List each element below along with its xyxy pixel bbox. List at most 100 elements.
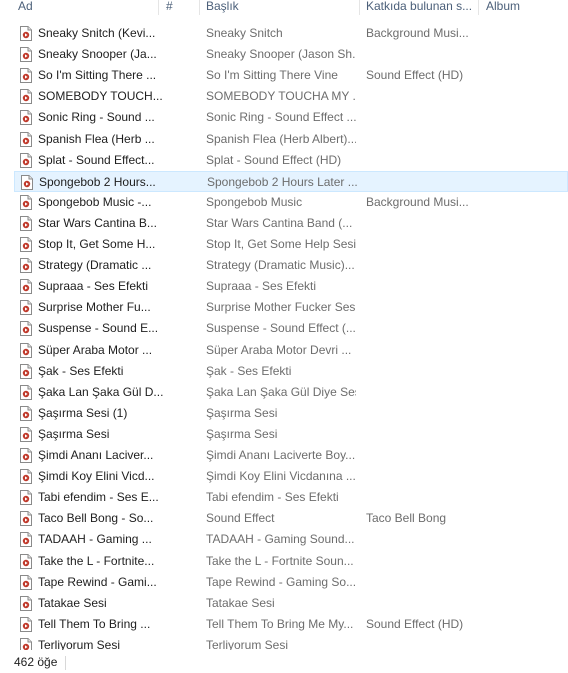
file-contributing-artist — [366, 44, 482, 65]
file-title: Sonic Ring - Sound Effect ... — [206, 110, 356, 125]
file-row[interactable]: Sonic Ring - Sound ... Sonic Ring - Sound… — [14, 107, 568, 128]
column-header-number[interactable]: # — [166, 0, 186, 15]
file-title: Tatakae Sesi — [206, 595, 275, 610]
file-row[interactable]: Star Wars Cantina B... Star Wars Cantina … — [14, 213, 568, 234]
file-row[interactable]: Sneaky Snitch (Kevi... Sneaky Snitch Backg… — [14, 23, 568, 44]
file-name: Supraaa - Ses Efekti — [38, 279, 149, 294]
file-contributing-artist — [367, 172, 483, 193]
file-row[interactable]: Spongebob Music -... Spongebob Music Backg… — [14, 192, 568, 213]
file-row[interactable]: Terliyorum Sesi Terliyorum Sesi — [14, 635, 568, 650]
file-name: Sneaky Snooper (Ja... — [38, 47, 157, 62]
file-title: Tabi efendim - Ses Efekti — [206, 490, 339, 505]
file-row[interactable]: Şimdi Ananı Laciver... Şimdi Ananı Lacive… — [14, 445, 568, 466]
file-contributing-artist: Taco Bell Bong — [366, 511, 447, 526]
file-row[interactable]: Spongebob 2 Hours... Spongebob 2 Hours La… — [14, 170, 568, 193]
media-file-icon — [20, 637, 32, 650]
file-contributing-artist — [366, 593, 482, 614]
file-contributing-artist: Background Musi... — [366, 194, 469, 209]
column-header-title[interactable]: Başlık — [206, 0, 351, 15]
file-row[interactable]: Sneaky Snooper (Ja... Sneaky Snooper (Jas… — [14, 44, 568, 65]
file-contributing-artist — [366, 86, 482, 107]
file-contributing-artist: Sound Effect (HD) — [366, 616, 464, 631]
file-row[interactable]: Spanish Flea (Herb ... Spanish Flea (Herb… — [14, 129, 568, 150]
file-name: Take the L - Fortnite... — [38, 553, 155, 568]
file-name: Tatakae Sesi — [38, 595, 107, 610]
media-file-icon — [20, 110, 32, 126]
status-item-count: 462 öğe — [14, 655, 58, 669]
file-contributing-artist — [366, 129, 482, 150]
file-list[interactable]: Sneaky Snitch (Kevi... Sneaky Snitch Backg… — [0, 0, 568, 650]
file-name: Spongebob Music -... — [38, 194, 152, 209]
file-row[interactable]: Taco Bell Bong - So... Sound Effect Taco B… — [14, 508, 568, 529]
file-row[interactable]: Şaşırma Sesi Şaşırma Sesi — [14, 424, 568, 445]
file-contributing-artist — [366, 276, 482, 297]
column-divider[interactable] — [158, 0, 159, 15]
column-divider[interactable] — [199, 0, 200, 15]
file-contributing-artist — [366, 635, 482, 650]
column-header-album[interactable]: Album — [486, 0, 566, 15]
file-title: Şaşırma Sesi — [206, 426, 278, 441]
media-file-icon — [20, 616, 32, 632]
file-row[interactable]: Tape Rewind - Gami... Tape Rewind - Gamin… — [14, 572, 568, 593]
media-file-icon — [20, 469, 32, 485]
file-contributing-artist — [366, 234, 482, 255]
file-row[interactable]: Splat - Sound Effect... Splat - Sound Eff… — [14, 150, 568, 171]
media-file-icon — [20, 89, 32, 105]
file-name: So I'm Sitting There ... — [38, 68, 157, 83]
file-row[interactable]: Şak - Ses Efekti Şak - Ses Efekti — [14, 361, 568, 382]
file-contributing-artist — [366, 445, 482, 466]
file-contributing-artist — [366, 107, 482, 128]
file-row[interactable]: Şaka Lan Şaka Gül D... Şaka Lan Şaka Gül … — [14, 382, 568, 403]
file-row[interactable]: Şimdi Koy Elini Vicd... Şimdi Koy Elini V… — [14, 466, 568, 487]
file-name: SOMEBODY TOUCH... — [38, 89, 163, 104]
media-file-icon — [20, 215, 32, 231]
column-divider[interactable] — [359, 0, 360, 15]
file-title: Terliyorum Sesi — [206, 637, 289, 650]
file-row[interactable]: Tatakae Sesi Tatakae Sesi — [14, 593, 568, 614]
file-title: Süper Araba Motor Devri ... — [206, 342, 352, 357]
media-file-icon — [20, 68, 32, 84]
file-title: Supraaa - Ses Efekti — [206, 279, 317, 294]
file-name: Sneaky Snitch (Kevi... — [38, 26, 156, 40]
file-row[interactable]: So I'm Sitting There ... So I'm Sitting T… — [14, 65, 568, 86]
column-divider[interactable] — [478, 0, 479, 15]
file-title: Splat - Sound Effect (HD) — [206, 152, 342, 167]
file-name: Tabi efendim - Ses E... — [38, 490, 159, 505]
file-row[interactable]: SOMEBODY TOUCH... SOMEBODY TOUCHA MY ... — [14, 86, 568, 107]
file-title: So I'm Sitting There Vine — [206, 68, 338, 83]
media-file-icon — [20, 321, 32, 337]
file-name: Sonic Ring - Sound ... — [38, 110, 155, 125]
file-row[interactable]: Tabi efendim - Ses E... Tabi efendim - Se… — [14, 487, 568, 508]
file-row[interactable]: Strategy (Dramatic ... Strategy (Dramatic… — [14, 255, 568, 276]
file-title: Tape Rewind - Gaming So... — [206, 574, 356, 589]
file-row[interactable]: Şaşırma Sesi (1) Şaşırma Sesi — [14, 403, 568, 424]
media-file-icon — [20, 574, 32, 590]
file-contributing-artist — [366, 487, 482, 508]
file-contributing-artist — [366, 150, 482, 171]
file-row[interactable]: Tell Them To Bring ... Tell Them To Bring… — [14, 614, 568, 635]
column-header-contributing-artists[interactable]: Katkıda bulunan s... — [366, 0, 474, 15]
file-row[interactable]: Suspense - Sound E... Suspense - Sound Ef… — [14, 318, 568, 339]
file-title: Tell Them To Bring Me My... — [206, 616, 354, 631]
file-name: Star Wars Cantina B... — [38, 215, 157, 230]
column-header-row: Ad # Başlık Katkıda bulunan s... Album — [0, 0, 568, 15]
file-row[interactable]: Supraaa - Ses Efekti Supraaa - Ses Efekti — [14, 276, 568, 297]
file-title: Take the L - Fortnite Soun... — [206, 553, 354, 568]
file-row[interactable]: TADAAH - Gaming ... TADAAH - Gaming Sound… — [14, 529, 568, 550]
column-header-name[interactable]: Ad — [18, 0, 153, 15]
file-title: Şaka Lan Şaka Gül Diye Sesi — [206, 384, 356, 399]
file-row[interactable]: Take the L - Fortnite... Take the L - For… — [14, 551, 568, 572]
media-file-icon — [20, 511, 32, 527]
file-contributing-artist — [366, 213, 482, 234]
file-row[interactable]: Surprise Mother Fu... Surprise Mother Fuc… — [14, 297, 568, 318]
file-title: Star Wars Cantina Band (... — [206, 215, 353, 230]
file-title: Spongebob Music — [206, 194, 303, 209]
file-row[interactable]: Süper Araba Motor ... Süper Araba Motor D… — [14, 340, 568, 361]
file-name: Şaşırma Sesi (1) — [38, 405, 128, 420]
file-contributing-artist: Background Musi... — [366, 26, 469, 40]
media-file-icon — [20, 194, 32, 210]
file-title: Şaşırma Sesi — [206, 405, 278, 420]
file-row[interactable]: Stop It, Get Some H... Stop It, Get Some … — [14, 234, 568, 255]
media-file-icon — [20, 363, 32, 379]
file-contributing-artist — [366, 403, 482, 424]
